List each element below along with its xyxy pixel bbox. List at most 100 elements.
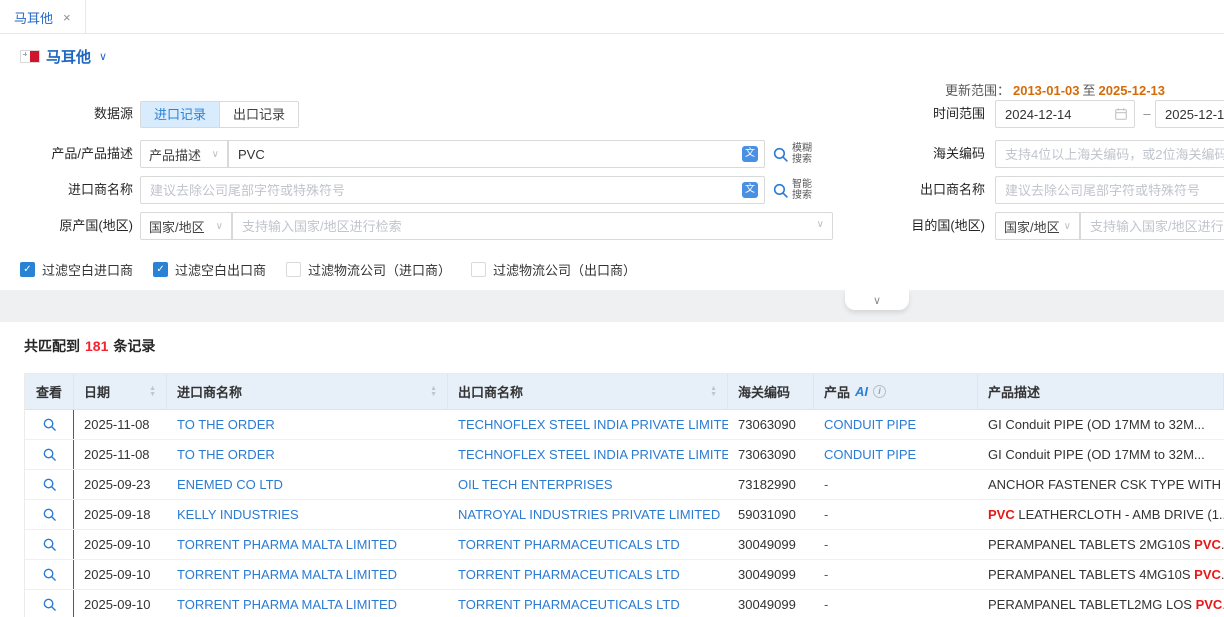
update-range-end: 2025-12-13 bbox=[1099, 83, 1166, 98]
destination-country-select[interactable]: 国家/地区 ∨ bbox=[995, 212, 1080, 240]
header-exporter[interactable]: 出口商名称 ▲▼ bbox=[448, 374, 728, 410]
search-icon bbox=[42, 447, 57, 462]
chevron-down-icon[interactable]: ∨ bbox=[99, 50, 107, 63]
info-icon[interactable]: i bbox=[873, 385, 886, 398]
view-record-button[interactable] bbox=[42, 597, 57, 612]
cell-exporter-link[interactable]: NATROYAL INDUSTRIES PRIVATE LIMITED bbox=[448, 500, 728, 529]
cell-importer-link[interactable]: KELLY INDUSTRIES bbox=[167, 500, 448, 529]
cell-hs-code: 30049099 bbox=[728, 530, 814, 559]
chevron-down-icon: ∨ bbox=[1064, 221, 1071, 232]
cell-hs-code: 30049099 bbox=[728, 590, 814, 617]
checkbox-unchecked[interactable] bbox=[286, 262, 301, 277]
hs-code-input[interactable] bbox=[995, 140, 1224, 168]
cell-exporter-link[interactable]: TECHNOFLEX STEEL INDIA PRIVATE LIMITED bbox=[448, 410, 728, 439]
results-suffix: 条记录 bbox=[113, 338, 155, 354]
data-source-toggle: 进口记录 出口记录 bbox=[140, 101, 299, 128]
cell-product: - bbox=[814, 590, 978, 617]
header-date-label: 日期 bbox=[84, 382, 110, 401]
smart-search-button[interactable]: 智能搜索 bbox=[772, 176, 814, 204]
cell-date: 2025-09-10 bbox=[74, 530, 167, 559]
header-date[interactable]: 日期 ▲▼ bbox=[74, 374, 167, 410]
checkbox-filter-blank-importer[interactable]: ✓ 过滤空白进口商 bbox=[20, 260, 133, 279]
cell-importer-link[interactable]: TORRENT PHARMA MALTA LIMITED bbox=[167, 530, 448, 559]
sort-icons[interactable]: ▲▼ bbox=[710, 386, 717, 398]
hs-code-input-wrapper bbox=[995, 140, 1224, 168]
importer-input-wrapper: 文 bbox=[140, 176, 765, 204]
header-product: 产品 AI i bbox=[814, 374, 978, 410]
origin-country-input[interactable] bbox=[232, 212, 833, 240]
close-icon[interactable]: × bbox=[63, 10, 71, 25]
collapse-panel-button[interactable]: ∨ bbox=[845, 290, 909, 310]
destination-country-input-wrapper bbox=[1080, 212, 1224, 240]
check-icon[interactable]: ✓ bbox=[20, 262, 35, 277]
origin-country-input-wrapper: ∨ bbox=[232, 212, 833, 240]
fuzzy-search-label: 模糊搜索 bbox=[792, 143, 814, 165]
toggle-import-records[interactable]: 进口记录 bbox=[141, 102, 220, 127]
product-type-select-value: 产品描述 bbox=[149, 145, 201, 164]
translate-icon[interactable]: 文 bbox=[742, 182, 758, 198]
cell-hs-code: 59031090 bbox=[728, 500, 814, 529]
header-importer[interactable]: 进口商名称 ▲▼ bbox=[167, 374, 448, 410]
chevron-down-icon: ∨ bbox=[817, 219, 824, 230]
cell-importer-link[interactable]: TORRENT PHARMA MALTA LIMITED bbox=[167, 590, 448, 617]
product-input[interactable] bbox=[228, 140, 765, 168]
cell-exporter-link[interactable]: TORRENT PHARMACEUTICALS LTD bbox=[448, 560, 728, 589]
search-icon bbox=[42, 597, 57, 612]
cell-importer-link[interactable]: TO THE ORDER bbox=[167, 440, 448, 469]
checkbox-filter-logistics-exporter[interactable]: 过滤物流公司（出口商） bbox=[471, 260, 636, 279]
view-record-button[interactable] bbox=[42, 507, 57, 522]
tab-malta-label: 马耳他 bbox=[14, 8, 53, 27]
cell-importer-link[interactable]: TORRENT PHARMA MALTA LIMITED bbox=[167, 560, 448, 589]
checkbox-filter-logistics-importer[interactable]: 过滤物流公司（进口商） bbox=[286, 260, 451, 279]
results-count: 181 bbox=[85, 338, 108, 354]
view-record-button[interactable] bbox=[42, 477, 57, 492]
view-record-button[interactable] bbox=[42, 447, 57, 462]
checkbox-filter-blank-exporter[interactable]: ✓ 过滤空白出口商 bbox=[153, 260, 266, 279]
view-record-button[interactable] bbox=[42, 417, 57, 432]
sort-icons[interactable]: ▲▼ bbox=[430, 386, 437, 398]
checkbox-unchecked[interactable] bbox=[471, 262, 486, 277]
calendar-icon bbox=[1114, 107, 1128, 124]
destination-country-input[interactable] bbox=[1080, 212, 1224, 240]
desc-text: LEATHERCLOTH - AMB DRIVE (1... bbox=[1015, 507, 1224, 522]
search-icon bbox=[42, 477, 57, 492]
view-record-button[interactable] bbox=[42, 567, 57, 582]
cell-exporter-link[interactable]: OIL TECH ENTERPRISES bbox=[448, 470, 728, 499]
fuzzy-search-button[interactable]: 模糊搜索 bbox=[772, 140, 814, 168]
cell-importer-link[interactable]: TO THE ORDER bbox=[167, 410, 448, 439]
desc-text: ANCHOR FASTENER CSK TYPE WITH ... bbox=[988, 477, 1224, 492]
check-icon[interactable]: ✓ bbox=[153, 262, 168, 277]
translate-icon[interactable]: 文 bbox=[742, 146, 758, 162]
header-description: 产品描述 bbox=[978, 374, 1224, 410]
ai-badge: AI bbox=[855, 384, 868, 399]
exporter-input[interactable] bbox=[995, 176, 1224, 204]
view-record-button[interactable] bbox=[42, 537, 57, 552]
table-body: 2025-11-08 TO THE ORDER TECHNOFLEX STEEL… bbox=[25, 410, 1224, 617]
tab-malta[interactable]: 马耳他 × bbox=[0, 0, 86, 34]
importer-input[interactable] bbox=[140, 176, 765, 204]
table-row: 2025-11-08 TO THE ORDER TECHNOFLEX STEEL… bbox=[25, 410, 1224, 440]
cell-description: PERAMPANEL TABLETL2MG LOS PVC... bbox=[978, 590, 1224, 617]
table-row: 2025-09-18 KELLY INDUSTRIES NATROYAL IND… bbox=[25, 500, 1224, 530]
search-icon bbox=[42, 537, 57, 552]
cell-exporter-link[interactable]: TECHNOFLEX STEEL INDIA PRIVATE LIMITED bbox=[448, 440, 728, 469]
desc-highlight: PVC bbox=[1196, 597, 1223, 612]
table-row: 2025-09-10 TORRENT PHARMA MALTA LIMITED … bbox=[25, 590, 1224, 617]
header-exporter-label: 出口商名称 bbox=[458, 382, 523, 401]
origin-country-select[interactable]: 国家/地区 ∨ bbox=[140, 212, 232, 240]
product-type-select[interactable]: 产品描述 ∨ bbox=[140, 140, 228, 168]
cell-product-link[interactable]: CONDUIT PIPE bbox=[814, 410, 978, 439]
smart-search-label: 智能搜索 bbox=[792, 179, 814, 201]
date-end-input[interactable] bbox=[1155, 100, 1224, 128]
label-hs-code: 海关编码 bbox=[900, 140, 985, 168]
date-start-wrapper bbox=[995, 100, 1135, 128]
cell-product: - bbox=[814, 470, 978, 499]
cell-exporter-link[interactable]: TORRENT PHARMACEUTICALS LTD bbox=[448, 530, 728, 559]
cell-product-link[interactable]: CONDUIT PIPE bbox=[814, 440, 978, 469]
cell-importer-link[interactable]: ENEMED CO LTD bbox=[167, 470, 448, 499]
sort-icons[interactable]: ▲▼ bbox=[149, 386, 156, 398]
label-product: 产品/产品描述 bbox=[18, 140, 133, 168]
toggle-export-records[interactable]: 出口记录 bbox=[220, 102, 298, 127]
cell-exporter-link[interactable]: TORRENT PHARMACEUTICALS LTD bbox=[448, 590, 728, 617]
cell-description: PERAMPANEL TABLETS 4MG10S PVC... bbox=[978, 560, 1224, 589]
